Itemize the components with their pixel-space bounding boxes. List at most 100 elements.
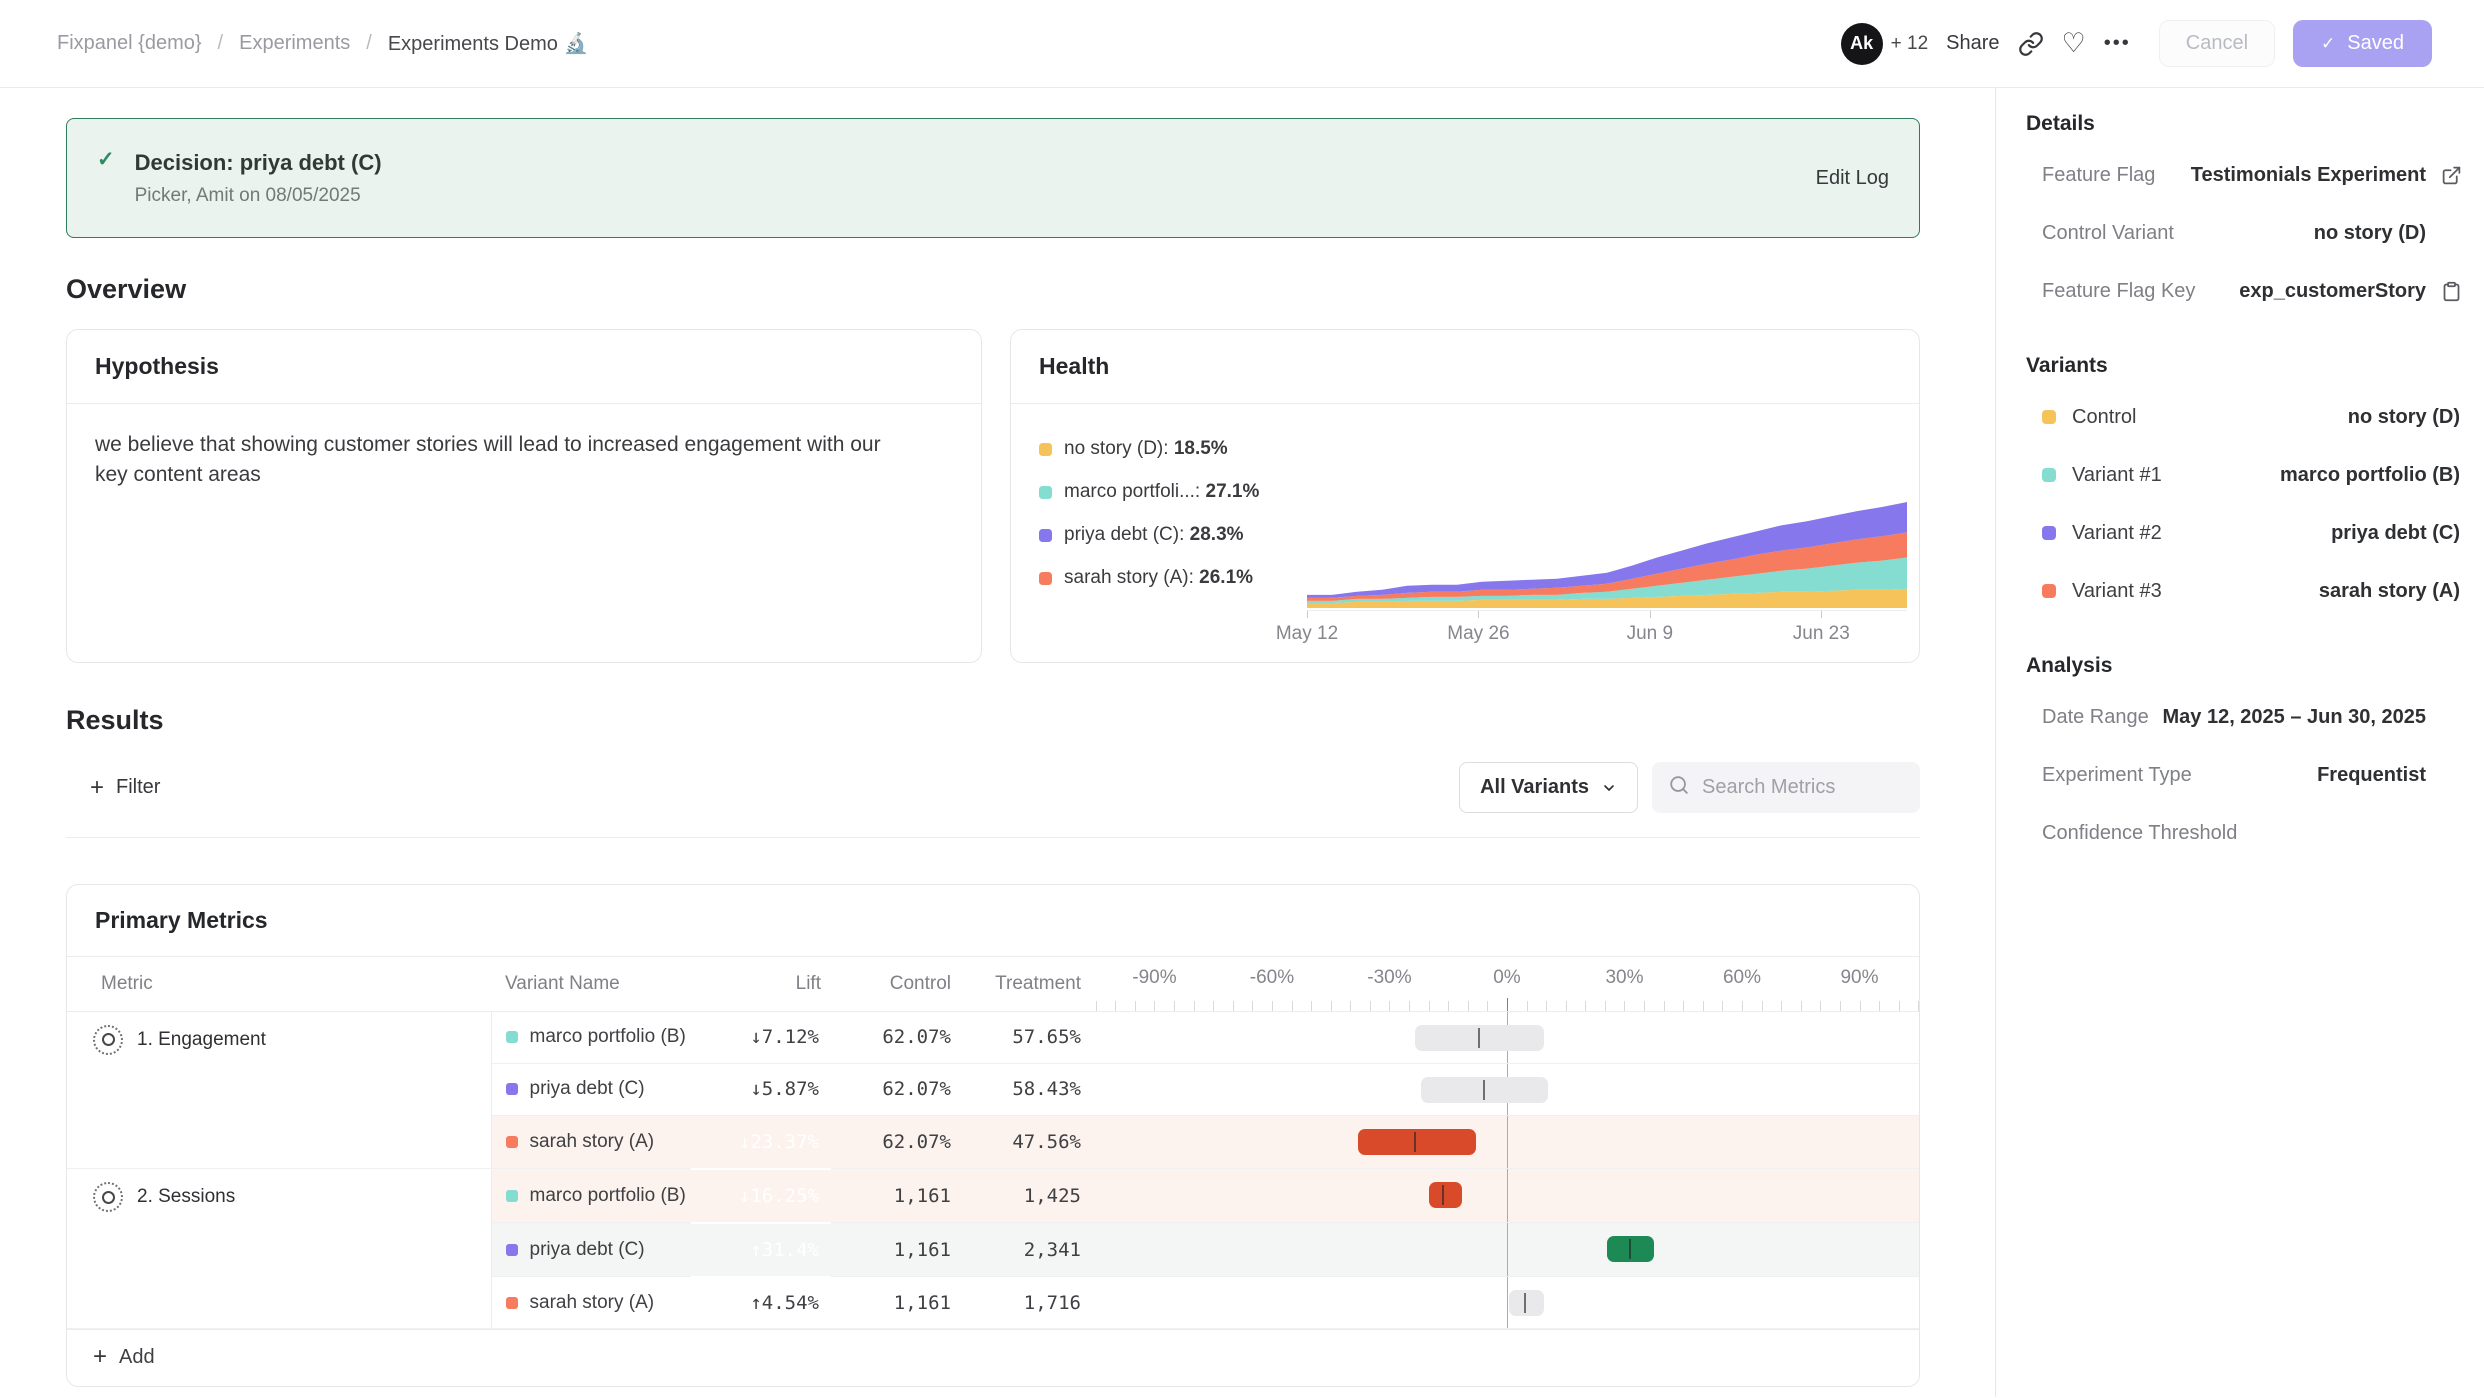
ci-zero-line [1507,1169,1509,1222]
ci-axis-ruler-tick [1644,1001,1645,1011]
ci-zero-line [1507,1116,1509,1169]
edit-log-button[interactable]: Edit Log [1816,167,1889,190]
analysis-section: Analysis Date RangeMay 12, 2025 – Jun 30… [2014,654,2462,862]
metrics-header-row: Metric Variant Name Lift Control Treatme… [67,957,1920,1011]
variants-dropdown[interactable]: All Variants [1459,762,1638,813]
lift-point-tick [1483,1080,1485,1100]
ci-axis-ruler-tick [1762,1001,1763,1011]
variant-color-swatch [1039,529,1052,542]
favorite-heart-icon[interactable]: ♡ [2062,30,2086,57]
x-axis-tick [1821,611,1822,618]
copy-link-icon[interactable] [2018,31,2044,57]
variant-name-label: marco portfolio (B) [530,1185,686,1207]
ci-axis-ruler-tick [1096,1001,1097,1011]
primary-metrics-table: Metric Variant Name Lift Control Treatme… [67,957,1920,1329]
share-button[interactable]: Share [1946,32,1999,55]
search-metrics [1652,762,1920,813]
decision-title: Decision: priya debt (C) [135,150,382,176]
ci-axis-cell [1091,1223,1920,1277]
more-options-icon[interactable]: ••• [2104,32,2131,55]
ci-axis-ruler-tick [1507,998,1508,1011]
ci-axis-ruler-tick [1350,1001,1351,1011]
breadcrumb-experiments[interactable]: Experiments [239,32,350,55]
variant-row-value: sarah story (A) [2319,580,2462,603]
treatment-value-cell: 1,425 [961,1169,1091,1223]
variant-row-label: Variant #2 [2072,522,2162,545]
variant-name-cell: sarah story (A) [491,1115,691,1169]
plus-icon: + [93,1345,107,1369]
avatar[interactable]: Ak [1841,23,1883,65]
ci-axis-tick-label: -30% [1367,967,1411,989]
variant-color-swatch [1039,572,1052,585]
decision-text: Decision: priya debt (C) Picker, Amit on… [135,150,382,207]
ci-axis-ruler-tick [1742,1001,1743,1011]
main: ✓ Decision: priya debt (C) Picker, Amit … [0,88,2484,1397]
variants-section: Variants Controlno story (D)Variant #1ma… [2014,354,2462,620]
ci-axis-tick-label: -60% [1250,967,1294,989]
metric-cell: 1. Engagement [67,1011,491,1169]
ci-axis-ruler-tick [1566,1001,1567,1011]
variant-row-value: priya debt (C) [2331,522,2462,545]
ci-axis-ruler-tick [1370,1001,1371,1011]
health-card: Health no story (D): 18.5%marco portfoli… [1010,329,1920,663]
add-metric-button[interactable]: + Add [93,1345,155,1369]
results-heading: Results [66,705,1920,736]
metric-link[interactable]: 2. Sessions [93,1182,491,1212]
lift-point-tick [1524,1293,1526,1313]
lift-value: ↓7.12% [750,1026,831,1048]
details-row-value: no story (D) [2314,222,2426,245]
ci-axis-tick-label: 60% [1723,967,1761,989]
breadcrumb-project[interactable]: Fixpanel {demo} [57,32,202,55]
hypothesis-title: Hypothesis [95,353,219,379]
ci-axis-ruler-tick [1801,1001,1802,1011]
ci-axis-tick-label: 90% [1840,967,1878,989]
check-icon: ✓ [2321,34,2335,54]
add-filter-button[interactable]: + Filter [90,776,160,800]
variant-name-label: marco portfolio (B) [530,1026,686,1048]
lift-cell: ↓16.25% [691,1169,831,1223]
confidence-interval-bar [1509,1290,1544,1316]
details-row-value[interactable]: Testimonials Experiment [2191,164,2426,187]
avatar-overflow-count[interactable]: + 12 [1891,33,1929,55]
details-row-label: Feature Flag [2042,164,2155,187]
health-legend-label: marco portfoli...: 27.1% [1064,481,1259,503]
clipboard-icon[interactable] [2426,281,2462,302]
details-row: Feature Flag Testimonials Experiment [2014,146,2462,204]
metric-link[interactable]: 1. Engagement [93,1025,491,1055]
primary-metrics-header: Primary Metrics [67,885,1919,957]
ci-axis-ruler-tick [1820,1001,1821,1011]
metric-name: 2. Sessions [137,1186,235,1208]
lift-point-tick [1414,1132,1416,1152]
ci-axis-cell [1091,1169,1920,1223]
control-value-cell: 1,161 [831,1223,961,1277]
x-axis-label: Jun 23 [1793,623,1850,645]
variant-name: priya debt (C) [492,1078,692,1100]
health-area-chart [1307,498,1907,610]
analysis-row: Confidence Threshold [2014,804,2462,862]
hypothesis-card: Hypothesis we believe that showing custo… [66,329,982,663]
ci-axis-ruler-tick [1860,1001,1861,1011]
ci-axis-tick-label: 0% [1493,967,1520,989]
lift-value-badge: ↓16.25% [691,1170,831,1222]
saved-button[interactable]: ✓ Saved [2293,20,2432,67]
results-toolbar: + Filter All Variants [66,762,1920,838]
ci-axis-ruler-tick [1115,1001,1116,1011]
lift-cell: ↓5.87% [691,1063,831,1115]
filter-label: Filter [116,776,160,799]
cancel-button[interactable]: Cancel [2159,20,2275,67]
col-lift: Lift [691,957,831,1011]
details-row: Control Variantno story (D) [2014,204,2462,262]
variant-name: marco portfolio (B) [492,1185,692,1207]
ci-axis-ruler-tick [1624,1001,1625,1011]
saved-button-label: Saved [2347,32,2404,55]
ci-axis-ruler-tick [1272,1001,1273,1011]
metric-variant-row: 1. Engagementmarco portfolio (B)↓7.12%62… [67,1011,1920,1063]
ci-axis-ruler-tick [1429,1001,1430,1011]
ci-axis-ruler-tick [1899,1001,1900,1011]
health-legend-label: priya debt (C): 28.3% [1064,524,1244,546]
search-metrics-input[interactable] [1702,776,1904,799]
variant-name: sarah story (A) [492,1292,692,1314]
variant-row-label: Variant #1 [2072,464,2162,487]
add-metric-label: Add [119,1346,155,1369]
external-link-icon[interactable] [2426,165,2462,186]
